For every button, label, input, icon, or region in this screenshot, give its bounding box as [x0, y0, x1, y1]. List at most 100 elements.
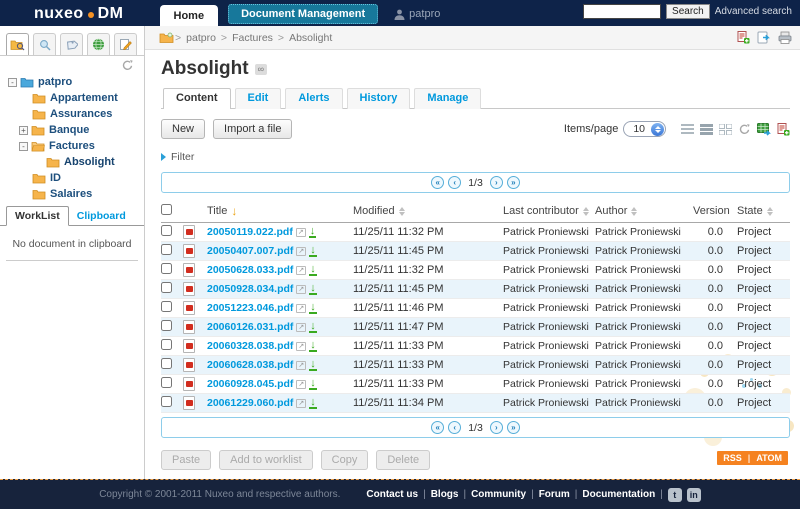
last-page-button[interactable]: » [506, 421, 520, 434]
refresh-tree-icon[interactable] [121, 59, 134, 71]
import-file-button[interactable]: Import a file [213, 119, 293, 139]
tab-home[interactable]: Home [159, 5, 219, 26]
external-link-icon[interactable]: ↗ [296, 341, 307, 351]
document-link[interactable]: 20050928.034.pdf [207, 283, 293, 295]
advanced-search-link[interactable]: Advanced search [715, 6, 792, 17]
row-checkbox[interactable] [161, 282, 172, 293]
first-page-button[interactable]: « [431, 176, 445, 189]
add-to-worklist-icon[interactable] [757, 31, 771, 44]
external-link-icon[interactable]: ↗ [296, 265, 307, 275]
external-link-icon[interactable]: ↗ [296, 303, 307, 313]
tree-item-assurances[interactable]: Assurances [6, 106, 144, 122]
sidebar-tab-search[interactable] [33, 33, 56, 55]
thumbnail-view-icon[interactable] [719, 123, 732, 135]
tab-history[interactable]: History [346, 88, 411, 109]
row-checkbox[interactable] [161, 339, 172, 350]
breadcrumb-link-absolight[interactable]: Absolight [289, 32, 332, 44]
tree-item-absolight[interactable]: Absolight [6, 154, 144, 170]
tab-edit[interactable]: Edit [234, 88, 282, 109]
tree-item-patpro[interactable]: - patpro [6, 74, 144, 90]
document-link[interactable]: 20050407.007.pdf [207, 245, 293, 257]
download-icon[interactable]: ↓ [309, 283, 317, 295]
tree-item-factures[interactable]: - Factures [6, 138, 144, 154]
download-icon[interactable]: ↓ [309, 378, 317, 390]
row-checkbox[interactable] [161, 225, 172, 236]
external-link-icon[interactable]: ↗ [296, 246, 307, 256]
sidebar-tab-local-sites[interactable] [87, 33, 110, 55]
permalink-icon[interactable]: ∞ [254, 63, 268, 75]
row-checkbox[interactable] [161, 358, 172, 369]
download-icon[interactable]: ↓ [308, 226, 317, 238]
copy-button[interactable]: Copy [320, 450, 369, 470]
delete-button[interactable]: Delete [376, 450, 431, 470]
row-checkbox[interactable] [161, 244, 172, 255]
tab-manage[interactable]: Manage [414, 88, 482, 109]
document-link[interactable]: 20061229.060.pdf [207, 397, 293, 409]
row-checkbox[interactable] [161, 377, 172, 388]
document-link[interactable]: 20050628.033.pdf [207, 264, 293, 276]
footer-link-documentation[interactable]: Documentation [582, 489, 655, 500]
breadcrumb-link-patpro[interactable]: patpro [186, 32, 216, 44]
column-header-state[interactable]: State [737, 205, 773, 217]
pdf-export-icon[interactable] [777, 122, 790, 136]
document-link[interactable]: 20060628.038.pdf [207, 359, 293, 371]
list-view-icon[interactable] [681, 123, 694, 135]
external-link-icon[interactable]: ↗ [295, 227, 306, 237]
column-header-version[interactable]: Version [693, 205, 730, 217]
items-per-page-select[interactable]: 10 [623, 121, 666, 137]
filter-toggle[interactable]: Filter [161, 151, 790, 163]
next-page-button[interactable]: › [489, 176, 503, 189]
download-icon[interactable]: ↓ [309, 397, 317, 409]
download-icon[interactable]: ↓ [309, 340, 317, 352]
next-page-button[interactable]: › [489, 421, 503, 434]
tree-item-banque[interactable]: + Banque [6, 122, 144, 138]
collapse-toggle-icon[interactable]: - [19, 141, 28, 151]
sidebar-tab-edit[interactable] [114, 33, 137, 55]
download-icon[interactable]: ↓ [309, 359, 317, 371]
column-header-contributor[interactable]: Last contributor [503, 205, 589, 217]
row-checkbox[interactable] [161, 263, 172, 274]
tab-clipboard[interactable]: Clipboard [69, 207, 134, 225]
add-to-worklist-button[interactable]: Add to worklist [219, 450, 313, 470]
rss-link[interactable]: RSS [723, 453, 742, 463]
tab-document-management[interactable]: Document Management [228, 4, 379, 24]
column-header-title[interactable]: Title ↓ [207, 205, 237, 217]
download-icon[interactable]: ↓ [309, 302, 317, 314]
user-menu[interactable]: patpro [394, 8, 440, 20]
search-input[interactable] [583, 4, 662, 19]
document-link[interactable]: 20051223.046.pdf [207, 302, 293, 314]
document-link[interactable]: 20050119.022.pdf [207, 226, 293, 238]
footer-link-contact-us[interactable]: Contact us [366, 489, 418, 500]
tab-content[interactable]: Content [163, 88, 231, 109]
column-header-author[interactable]: Author [595, 205, 638, 217]
row-checkbox[interactable] [161, 301, 172, 312]
document-link[interactable]: 20060328.038.pdf [207, 340, 293, 352]
new-button[interactable]: New [161, 119, 206, 139]
twitter-icon[interactable]: t [667, 487, 682, 502]
external-link-icon[interactable]: ↗ [296, 398, 307, 408]
footer-link-blogs[interactable]: Blogs [431, 489, 459, 500]
tree-item-id[interactable]: ID [6, 170, 144, 186]
previous-page-button[interactable]: ‹ [448, 176, 462, 189]
compact-view-icon[interactable] [700, 123, 713, 135]
paste-button[interactable]: Paste [161, 450, 212, 470]
breadcrumb-link-factures[interactable]: Factures [232, 32, 273, 44]
footer-link-forum[interactable]: Forum [539, 489, 570, 500]
previous-page-button[interactable]: ‹ [448, 421, 462, 434]
expand-toggle-icon[interactable]: + [19, 125, 28, 135]
external-link-icon[interactable]: ↗ [296, 360, 307, 370]
spreadsheet-export-icon[interactable] [757, 122, 771, 136]
download-icon[interactable]: ↓ [309, 245, 317, 257]
collapse-toggle-icon[interactable]: - [8, 77, 17, 87]
sidebar-tab-tags[interactable] [60, 33, 83, 55]
print-icon[interactable] [778, 31, 792, 44]
document-link[interactable]: 20060928.045.pdf [207, 378, 293, 390]
external-link-icon[interactable]: ↗ [296, 322, 307, 332]
external-link-icon[interactable]: ↗ [296, 284, 307, 294]
row-checkbox[interactable] [161, 396, 172, 407]
sidebar-tab-navigation[interactable] [6, 33, 29, 55]
select-all-checkbox[interactable] [161, 204, 172, 215]
external-link-icon[interactable]: ↗ [296, 379, 307, 389]
tab-worklist[interactable]: WorkList [6, 206, 69, 226]
refresh-icon[interactable] [738, 123, 751, 135]
